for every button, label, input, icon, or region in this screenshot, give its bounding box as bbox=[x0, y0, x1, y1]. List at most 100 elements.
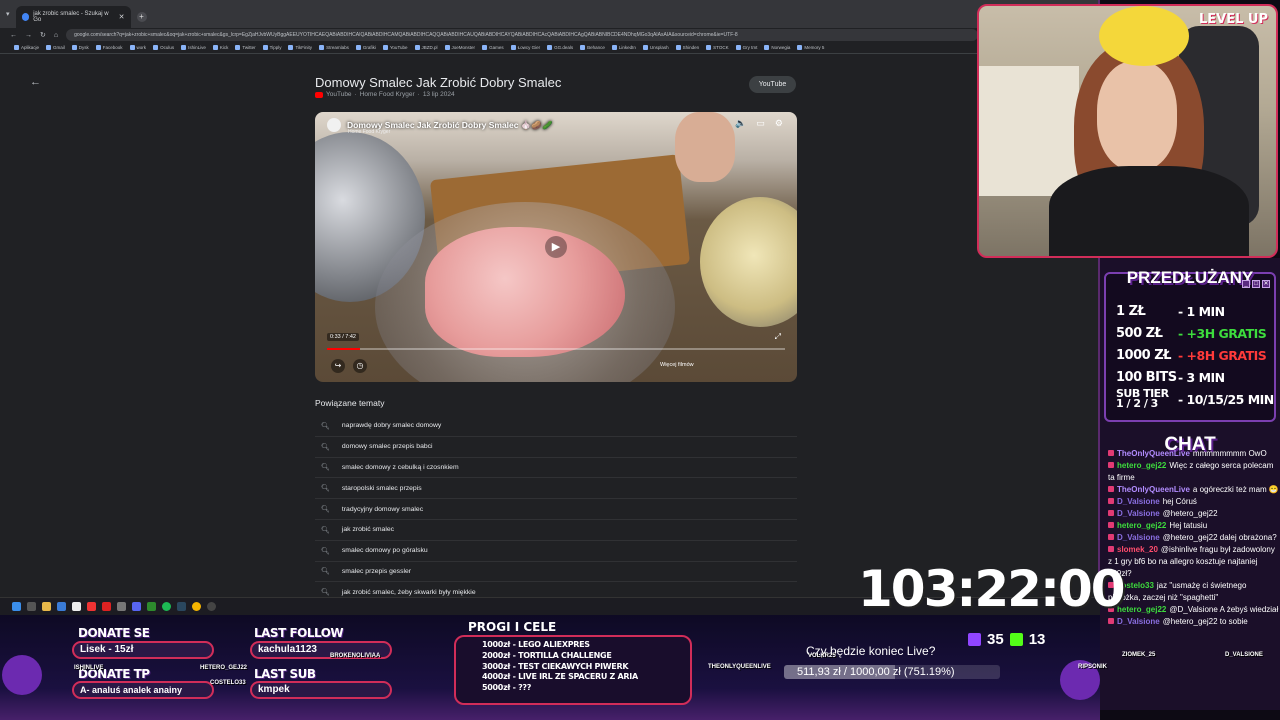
related-topic-item[interactable]: 🔍︎ tradycyjny domowy smalec bbox=[315, 499, 797, 520]
bookmark-icon bbox=[675, 45, 681, 50]
video-result-title[interactable]: Domowy Smalec Jak Zrobić Dobry Smalec bbox=[315, 75, 561, 90]
fullscreen-icon[interactable]: ⤢ bbox=[775, 332, 781, 342]
badge-icon bbox=[1108, 618, 1114, 624]
bookmark-item[interactable]: Streamlabs bbox=[319, 45, 349, 50]
bookmark-item[interactable]: Norwegia bbox=[764, 45, 790, 50]
search-icon[interactable] bbox=[27, 602, 36, 611]
bookmark-item[interactable]: Facebook bbox=[95, 45, 123, 50]
bookmark-item[interactable]: Gry tmt bbox=[735, 45, 757, 50]
bookmark-item[interactable]: JoeMonster bbox=[444, 45, 475, 50]
minimize-icon: _ bbox=[1242, 280, 1250, 288]
bookmark-icon bbox=[14, 45, 19, 50]
level-up-banner: LEVEL UP bbox=[1199, 12, 1268, 27]
bookmark-item[interactable]: Shinden bbox=[675, 45, 699, 50]
chat-message: D_Valsione @hetero_gej22 to sobie bbox=[1104, 616, 1280, 628]
bookmark-icon bbox=[71, 45, 77, 50]
video-date: 13 lip 2024 bbox=[422, 91, 455, 98]
tiktok-icon[interactable] bbox=[102, 602, 111, 611]
bookmark-item[interactable]: Behance bbox=[580, 45, 605, 50]
bookmark-icon bbox=[797, 45, 803, 50]
search-icon: 🔍︎ bbox=[321, 422, 330, 430]
related-topic-item[interactable]: 🔍︎ naprawdę dobry smalec domowy bbox=[315, 416, 797, 437]
goals-title: PROGI I CELE bbox=[468, 620, 557, 634]
bookmark-item[interactable]: Memory 5 bbox=[797, 45, 824, 50]
more-videos-link[interactable]: Więcej filmów bbox=[660, 362, 694, 368]
chat-message: hetero_gej22 @D_Valsione A żebyś wiedział bbox=[1104, 604, 1280, 616]
chat-text: Hej tatusiu bbox=[1169, 521, 1208, 530]
chat-text: hej Córuś bbox=[1162, 497, 1197, 506]
watch-later-icon[interactable]: ◷ bbox=[353, 359, 367, 373]
reload-icon[interactable]: ↻ bbox=[40, 31, 46, 39]
related-topic-item[interactable]: 🔍︎ jak zrobić smalec bbox=[315, 520, 797, 541]
bookmark-item[interactable]: Dysk bbox=[71, 45, 89, 50]
steam-icon[interactable] bbox=[177, 602, 186, 611]
chat-username: hetero_gej22 bbox=[1117, 461, 1167, 470]
channel-avatar[interactable] bbox=[327, 118, 341, 132]
chat-text: a ogóreczki też mam 😁 bbox=[1192, 485, 1279, 494]
related-topics-list: 🔍︎ naprawdę dobry smalec domowy 🔍︎ domowy s… bbox=[315, 416, 797, 604]
related-topic-item[interactable]: 🔍︎ smalec domowy z cebulką i czosnkiem bbox=[315, 458, 797, 479]
back-arrow-icon[interactable]: ← bbox=[30, 76, 41, 88]
video-player[interactable]: Domowy Smalec Jak Zrobić Dobry Smalec 🧄🥔… bbox=[315, 112, 797, 382]
search-icon: 🔍︎ bbox=[321, 589, 330, 597]
bookmark-item[interactable]: Tipply bbox=[262, 45, 281, 50]
bookmark-item[interactable]: Gmail bbox=[46, 45, 65, 50]
close-tab-icon[interactable]: ✕ bbox=[119, 13, 125, 21]
youtube-app-icon[interactable] bbox=[87, 602, 96, 611]
search-icon: 🔍︎ bbox=[321, 443, 330, 451]
bookmark-item[interactable]: Aplikacje bbox=[14, 45, 39, 50]
bookmark-item[interactable]: Games bbox=[482, 45, 504, 50]
chat-message: D_Valsione @hetero_gej22 bbox=[1104, 508, 1280, 520]
floating-viewer-name: COSTELO33 bbox=[210, 680, 246, 686]
video-progress-bar[interactable] bbox=[327, 348, 785, 350]
play-icon[interactable]: ▶ bbox=[545, 236, 567, 258]
floating-viewer-name: ISHINLIVE bbox=[74, 665, 104, 671]
address-bar[interactable]: google.com/search?q=jak+zrobic+smalec&oq… bbox=[66, 29, 978, 41]
tab-menu-icon[interactable]: ▾ bbox=[6, 10, 10, 18]
browser-tab[interactable]: jak zrobic smalec - Szukaj w Go ✕ bbox=[15, 6, 131, 28]
calendar-icon[interactable] bbox=[72, 602, 81, 611]
floating-viewer-name: ZIOMEK_25 bbox=[1122, 652, 1156, 658]
bookmark-item[interactable]: GG.deals bbox=[547, 45, 573, 50]
bookmark-item[interactable]: TikFinity bbox=[288, 45, 312, 50]
home-icon[interactable]: ⌂ bbox=[54, 32, 58, 39]
settings-gear-icon[interactable]: ⚙ bbox=[775, 118, 783, 129]
bookmark-item[interactable]: IshinLive bbox=[181, 45, 206, 50]
app-icon[interactable] bbox=[117, 602, 126, 611]
back-icon[interactable]: ← bbox=[10, 32, 17, 39]
windows-start-icon[interactable] bbox=[12, 602, 21, 611]
youtube-chip-button[interactable]: YouTube bbox=[749, 76, 796, 93]
share-icon[interactable]: ↪ bbox=[331, 359, 345, 373]
forward-icon[interactable]: → bbox=[25, 32, 32, 39]
subathon-timer: 103:22:00 bbox=[858, 560, 1126, 618]
captions-icon[interactable]: ▭ bbox=[756, 118, 765, 129]
volume-icon[interactable]: 🔈 bbox=[735, 118, 746, 129]
store-icon[interactable] bbox=[57, 602, 66, 611]
search-icon: 🔍︎ bbox=[321, 568, 330, 576]
bookmark-item[interactable]: JBZD.pl bbox=[414, 45, 438, 50]
new-tab-button[interactable]: + bbox=[136, 12, 147, 22]
bookmark-item[interactable]: STOCK bbox=[706, 45, 729, 50]
related-topic-item[interactable]: 🔍︎ smalec przepis gessler bbox=[315, 562, 797, 583]
related-topic-item[interactable]: 🔍︎ domowy smalec przepis babci bbox=[315, 437, 797, 458]
room-background bbox=[979, 66, 1079, 196]
bookmark-item[interactable]: Oculus bbox=[153, 45, 174, 50]
bookmark-item[interactable]: Grafiki bbox=[355, 45, 376, 50]
bookmark-item[interactable]: Unsplash bbox=[642, 45, 669, 50]
bookmark-item[interactable]: Kick bbox=[212, 45, 228, 50]
spotify-icon[interactable] bbox=[162, 602, 171, 611]
bookmark-item[interactable]: Łowcy Gier bbox=[510, 45, 540, 50]
xbox-icon[interactable] bbox=[147, 602, 156, 611]
bookmark-item[interactable]: work bbox=[129, 45, 146, 50]
chat-username: D_Valsione bbox=[1117, 533, 1160, 542]
obs-icon[interactable] bbox=[207, 602, 216, 611]
bookmark-item[interactable]: YouTube bbox=[382, 45, 408, 50]
discord-icon[interactable] bbox=[132, 602, 141, 611]
related-topic-item[interactable]: 🔍︎ smalec domowy po góralsku bbox=[315, 541, 797, 562]
bookmark-item[interactable]: Twitter bbox=[235, 45, 256, 50]
twitch-icon bbox=[968, 633, 981, 646]
bookmark-item[interactable]: LinkedIn bbox=[611, 45, 636, 50]
folder-icon[interactable] bbox=[42, 602, 51, 611]
related-topic-item[interactable]: 🔍︎ staropolski smalec przepis bbox=[315, 478, 797, 500]
chrome-icon[interactable] bbox=[192, 602, 201, 611]
